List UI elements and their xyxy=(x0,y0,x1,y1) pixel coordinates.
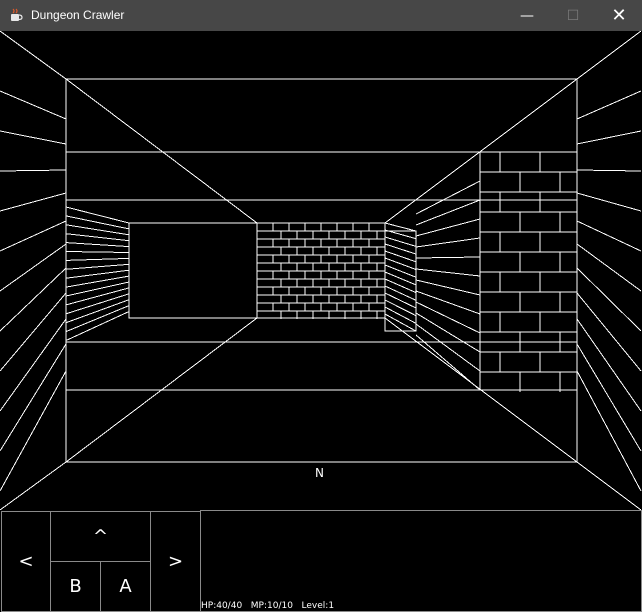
right-wall-line-6 xyxy=(576,267,642,332)
move-forward-button[interactable]: ^ xyxy=(50,511,151,562)
title-bar[interactable]: Dungeon Crawler — ☐ ✕ xyxy=(0,0,642,31)
diag-br xyxy=(576,461,642,511)
right-inner-line-13 xyxy=(384,313,417,332)
compass-heading: N xyxy=(315,466,324,480)
right-wall-line-3 xyxy=(576,192,642,212)
right-wall-line-4 xyxy=(576,220,642,252)
left-inner-line-8 xyxy=(65,269,130,279)
left-inner-line-5 xyxy=(65,251,130,253)
right-wall-line-2 xyxy=(576,169,642,172)
right-inner-line-6 xyxy=(384,264,417,278)
right-mid-line-0 xyxy=(415,180,481,215)
left-wall-line-3 xyxy=(0,192,67,212)
left-inner-line-9 xyxy=(65,275,130,288)
java-cup-icon xyxy=(11,8,23,21)
right-wall-line-5 xyxy=(576,243,642,292)
right-mid-line-8 xyxy=(415,301,481,334)
left-inner-line-2 xyxy=(65,224,130,236)
dungeon-view: N xyxy=(0,31,642,511)
maximize-button[interactable]: ☐ xyxy=(550,0,596,31)
right-inner-line-9 xyxy=(384,285,417,301)
right-inner-line-11 xyxy=(384,299,417,317)
close-button[interactable]: ✕ xyxy=(596,0,642,31)
right-mid-line-11 xyxy=(415,334,481,391)
right-mid-line-3 xyxy=(415,237,481,248)
left-inner-line-10 xyxy=(65,281,130,297)
b-button[interactable]: B xyxy=(50,561,101,612)
left-inner-line-7 xyxy=(65,263,130,270)
a-button[interactable]: A xyxy=(100,561,151,612)
right-inner-line-8 xyxy=(384,278,417,294)
diag-tl xyxy=(0,31,67,80)
window-title: Dungeon Crawler xyxy=(31,8,125,22)
left-wall-line-1 xyxy=(0,130,67,145)
hp-readout: HP:40/40 xyxy=(201,601,243,611)
right-mid-line-4 xyxy=(415,256,481,259)
right-wall-line-10 xyxy=(576,370,642,492)
right-mid-line-9 xyxy=(415,312,481,353)
status-line: HP:40/40 MP:10/10 Level:1 xyxy=(201,601,334,611)
right-mid-line-10 xyxy=(415,323,481,372)
left-wall-line-6 xyxy=(0,267,67,332)
left-wall-line-0 xyxy=(0,90,67,120)
control-panel: < ^ B A > xyxy=(0,510,642,612)
mp-readout: MP:10/10 xyxy=(250,601,293,611)
inner-diag-tr xyxy=(384,78,578,224)
diag-bl xyxy=(0,461,67,511)
left-inner-line-3 xyxy=(65,233,130,242)
left-inner-line-15 xyxy=(65,311,130,341)
turn-right-button[interactable]: > xyxy=(150,511,201,612)
right-inner-line-10 xyxy=(384,292,417,309)
level-readout: Level:1 xyxy=(301,601,335,611)
left-inner-line-6 xyxy=(65,257,130,261)
left-wall-line-2 xyxy=(0,169,67,172)
right-mid-line-7 xyxy=(415,290,481,315)
right-wall-line-1 xyxy=(576,130,642,145)
right-inner-line-7 xyxy=(384,271,417,286)
left-wall-line-4 xyxy=(0,220,67,252)
right-mid-line-6 xyxy=(415,279,481,296)
diag-tr xyxy=(576,31,642,80)
left-inner-line-4 xyxy=(65,242,130,248)
left-inner-line-0 xyxy=(65,206,130,224)
message-area xyxy=(200,510,642,612)
near-brick-wall xyxy=(479,151,578,391)
minimize-button[interactable]: — xyxy=(504,0,550,31)
right-inner-line-0 xyxy=(384,222,417,232)
far-doorway xyxy=(128,222,258,319)
turn-left-button[interactable]: < xyxy=(1,511,51,612)
inner-diag-tl xyxy=(65,78,258,224)
left-wall-line-5 xyxy=(0,243,67,292)
left-inner-line-1 xyxy=(65,215,130,230)
right-mid-line-5 xyxy=(415,268,481,277)
right-wall-line-0 xyxy=(576,90,642,120)
left-wall-line-10 xyxy=(0,370,67,492)
left-inner-line-14 xyxy=(65,305,130,333)
